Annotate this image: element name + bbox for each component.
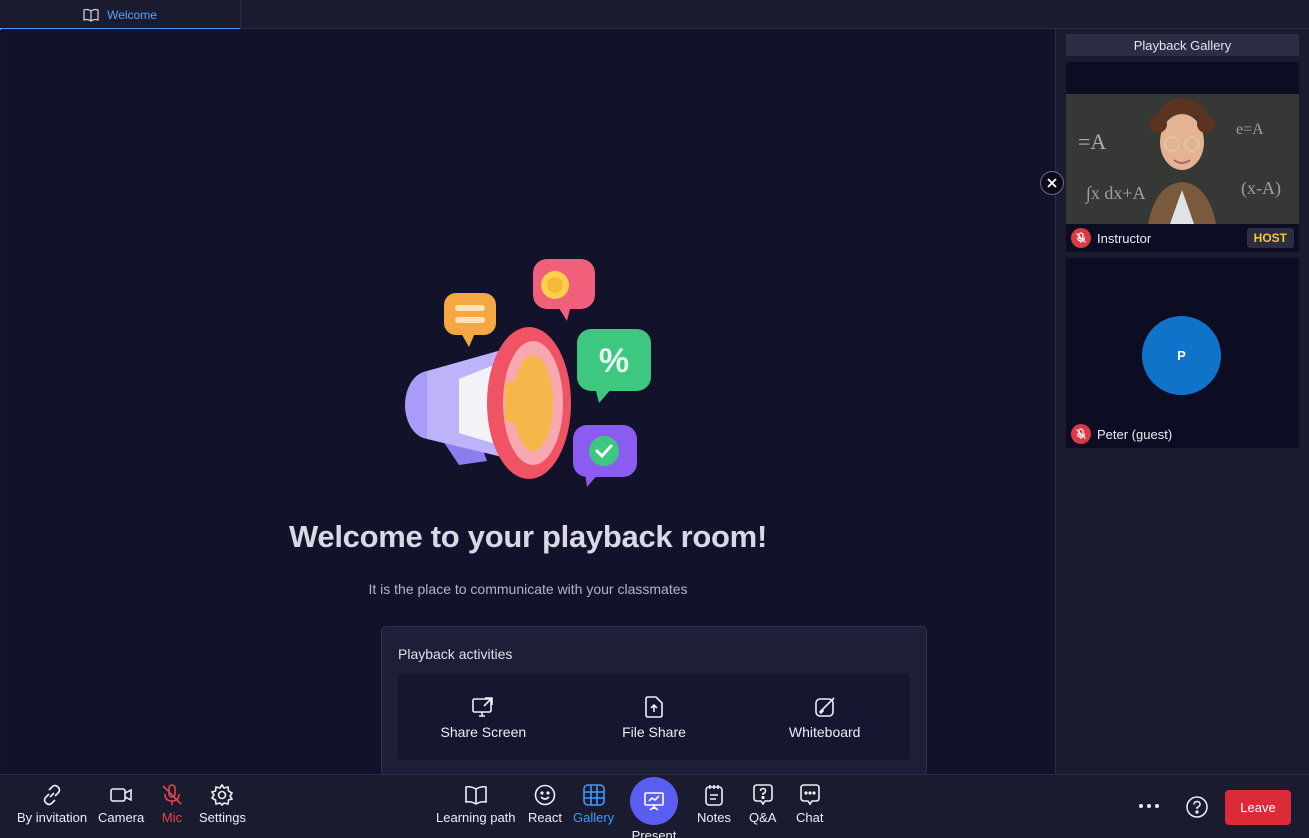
bottom-toolbar: By invitation Camera Mic Settings Learni…	[0, 774, 1309, 838]
participant-name: Instructor	[1097, 230, 1152, 246]
mic-button[interactable]: Mic	[160, 783, 184, 825]
share-screen-label: Share Screen	[440, 723, 527, 740]
tab-bar: Welcome	[0, 0, 1309, 30]
question-bubble-icon	[752, 784, 773, 806]
whiteboard-button[interactable]: Whiteboard	[739, 674, 910, 760]
gallery-title: Playback Gallery	[1066, 34, 1299, 56]
megaphone-illustration: %	[405, 259, 651, 487]
learning-path-button[interactable]: Learning path	[436, 783, 516, 825]
qa-button[interactable]: Q&A	[749, 783, 776, 825]
gear-icon	[211, 783, 234, 807]
camera-button[interactable]: Camera	[98, 783, 144, 825]
book-open-icon	[83, 8, 99, 22]
notes-label: Notes	[697, 810, 731, 825]
gallery-label: Gallery	[573, 810, 615, 825]
mic-label: Mic	[161, 810, 183, 825]
whiteboard-icon	[814, 696, 835, 717]
svg-text:∫x dx+A: ∫x dx+A	[1085, 183, 1146, 204]
svg-text:e=A: e=A	[1236, 121, 1264, 138]
gallery-button[interactable]: Gallery	[573, 783, 614, 825]
tab-welcome[interactable]: Welcome	[0, 0, 241, 30]
file-share-label: File Share	[622, 723, 686, 740]
playback-activities-panel: Playback activities Share Screen File Sh…	[381, 626, 927, 776]
mic-off-icon	[162, 784, 182, 805]
notes-icon	[705, 785, 723, 806]
presentation-icon	[644, 792, 664, 811]
camera-icon	[110, 788, 132, 802]
close-icon	[1047, 178, 1057, 188]
svg-text:%: %	[599, 342, 629, 380]
present-circle	[630, 777, 678, 825]
instructor-video: =A ∫x dx+A e=A (x-A)	[1066, 94, 1299, 224]
camera-label: Camera	[98, 810, 145, 825]
avatar: P	[1142, 316, 1221, 395]
participant-tile-instructor[interactable]: =A ∫x dx+A e=A (x-A) Instructor HOST	[1066, 62, 1299, 252]
file-share-icon	[645, 695, 663, 718]
settings-label: Settings	[199, 810, 246, 825]
more-options-icon[interactable]	[1136, 793, 1162, 819]
settings-button[interactable]: Settings	[199, 783, 246, 825]
whiteboard-label: Whiteboard	[788, 723, 861, 740]
activities-title: Playback activities	[398, 646, 513, 662]
participant-tile-peter[interactable]: P Peter (guest)	[1066, 258, 1299, 448]
playback-gallery-sidebar: Playback Gallery =A ∫x dx+A e=A (x-A) In…	[1055, 29, 1309, 774]
welcome-title: Welcome to your playback room!	[289, 519, 767, 554]
mic-muted-icon	[1071, 228, 1091, 248]
host-badge: HOST	[1246, 228, 1294, 248]
chat-button[interactable]: Chat	[796, 783, 823, 825]
grid-icon	[582, 784, 605, 806]
mic-muted-icon	[1071, 424, 1091, 444]
present-button[interactable]: Present	[630, 777, 678, 838]
svg-text:=A: =A	[1078, 129, 1106, 154]
participant-footer: Peter (guest)	[1066, 420, 1299, 448]
help-icon[interactable]	[1186, 796, 1208, 818]
svg-text:(x-A): (x-A)	[1241, 178, 1281, 199]
close-gallery-button[interactable]	[1040, 171, 1064, 195]
smiley-icon	[534, 784, 556, 806]
react-label: React	[528, 810, 562, 825]
learning-path-label: Learning path	[436, 810, 516, 825]
qa-label: Q&A	[749, 810, 777, 825]
notes-button[interactable]: Notes	[697, 783, 731, 825]
welcome-subtitle: It is the place to communicate with your…	[368, 581, 688, 597]
chat-bubble-icon	[799, 784, 820, 806]
file-share-button[interactable]: File Share	[569, 674, 740, 760]
share-screen-button[interactable]: Share Screen	[398, 674, 569, 760]
by-invitation-button[interactable]: By invitation	[17, 783, 87, 825]
leave-button[interactable]: Leave	[1225, 790, 1291, 825]
react-button[interactable]: React	[528, 783, 562, 825]
link-icon	[43, 784, 61, 806]
book-open-icon	[464, 785, 487, 805]
participant-name: Peter (guest)	[1097, 426, 1173, 442]
participant-footer: Instructor HOST	[1066, 224, 1299, 252]
activities-list: Share Screen File Share Whiteboard	[398, 674, 910, 760]
chat-label: Chat	[796, 810, 824, 825]
tab-label: Welcome	[107, 7, 157, 22]
present-label: Present	[631, 828, 677, 838]
share-screen-icon	[472, 696, 494, 717]
by-invitation-label: By invitation	[17, 810, 88, 825]
